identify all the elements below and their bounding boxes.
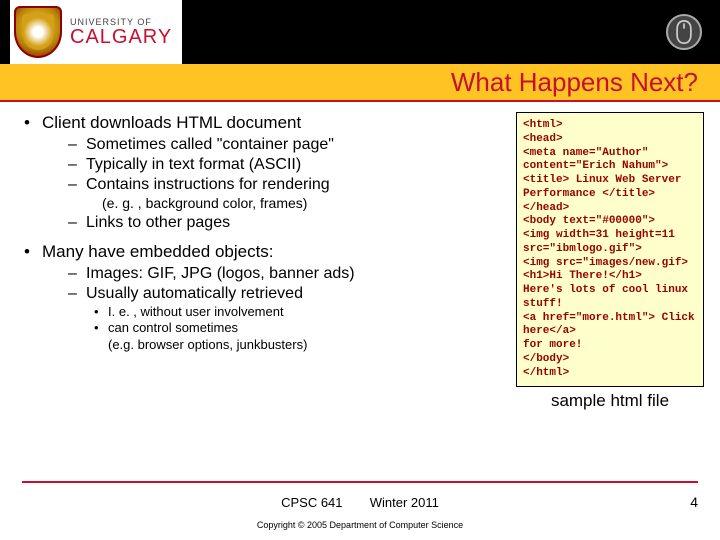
bullet-1-text: Client downloads HTML document [42, 112, 301, 133]
course-code: CPSC 641 [281, 495, 342, 510]
copyright: Copyright © 2005 Department of Computer … [0, 520, 720, 530]
page-number: 4 [690, 494, 698, 510]
bullet-1-sub-3: –Contains instructions for rendering [68, 175, 510, 195]
bullet-2-sub-2b-note: (e.g. browser options, junkbusters) [108, 337, 510, 353]
content-area: •Client downloads HTML document –Sometim… [0, 102, 720, 411]
footer: CPSC 641 Winter 2011 [0, 495, 720, 510]
bullet-2-text: Many have embedded objects: [42, 241, 274, 262]
bullet-1-sub-3-note: (e. g. , background color, frames) [102, 195, 510, 213]
bullet-2-sub-1: –Images: GIF, JPG (logos, banner ads) [68, 264, 510, 284]
mouse-icon [666, 14, 702, 50]
html-code-sample: <html> <head> <meta name="Author" conten… [516, 112, 704, 387]
slide-title: What Happens Next? [451, 67, 698, 98]
bullet-1-sub-2: –Typically in text format (ASCII) [68, 155, 510, 175]
university-logo: UNIVERSITY OF CALGARY [10, 0, 182, 64]
title-bar: What Happens Next? [0, 64, 720, 100]
bullet-2-sub-2b: •can control sometimes [94, 320, 510, 336]
bullet-2-sub-2: –Usually automatically retrieved [68, 284, 510, 304]
crest-icon [14, 6, 62, 58]
bullet-1-sub-1: –Sometimes called "container page" [68, 135, 510, 155]
bullet-2-sub-2a: •I. e. , without user involvement [94, 304, 510, 320]
term-label: Winter 2011 [370, 495, 439, 510]
code-panel: <html> <head> <meta name="Author" conten… [516, 112, 704, 411]
sample-label: sample html file [516, 391, 704, 411]
bullet-list: •Client downloads HTML document –Sometim… [24, 112, 510, 411]
bullet-1: •Client downloads HTML document [24, 112, 510, 133]
university-name: CALGARY [70, 27, 172, 47]
footer-rule [22, 481, 698, 483]
bullet-2: •Many have embedded objects: [24, 241, 510, 262]
bullet-1-sub-4: –Links to other pages [68, 213, 510, 233]
header-bar: UNIVERSITY OF CALGARY [0, 0, 720, 64]
university-text: UNIVERSITY OF CALGARY [70, 18, 172, 47]
